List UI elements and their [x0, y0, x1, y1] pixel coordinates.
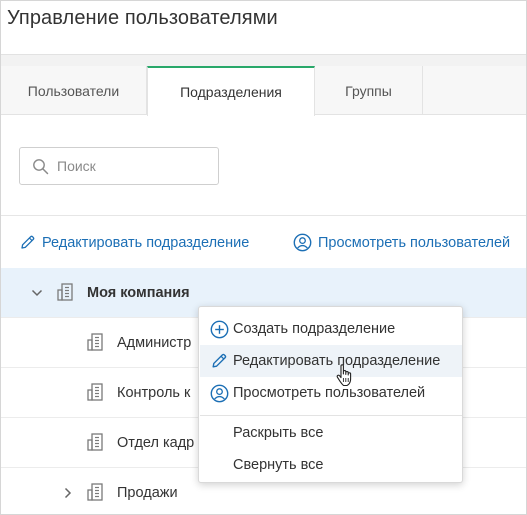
pencil-icon — [210, 352, 228, 374]
search-box[interactable] — [19, 147, 219, 185]
menu-item-expand-all[interactable]: Раскрыть все — [200, 417, 462, 449]
tab-users[interactable]: Пользователи — [1, 66, 147, 115]
tree-label: Контроль к — [117, 384, 191, 401]
tab-departments[interactable]: Подразделения — [147, 66, 315, 116]
title-separator — [1, 54, 526, 66]
menu-item-label: Раскрыть все — [233, 425, 324, 441]
tab-bar: Пользователи Подразделения Группы — [1, 66, 526, 116]
search-icon — [33, 158, 49, 174]
user-circle-icon — [293, 233, 312, 252]
user-management-window: Управление пользователями Пользователи П… — [0, 0, 527, 515]
tree-label: Администр — [117, 334, 192, 351]
tree-label: Отдел кадр — [117, 434, 195, 451]
edit-department-label: Редактировать подразделение — [42, 234, 250, 251]
menu-item-collapse-all[interactable]: Свернуть все — [200, 449, 462, 481]
menu-item-label: Свернуть все — [233, 457, 324, 473]
view-users-button[interactable]: Просмотреть пользователей — [293, 216, 510, 269]
pencil-icon — [21, 235, 35, 249]
building-icon — [56, 282, 76, 306]
tree-label: Продажи — [117, 485, 178, 501]
building-icon — [86, 432, 106, 456]
hand-cursor-icon — [336, 364, 352, 387]
context-menu: Создать подразделение Редактировать подр… — [198, 306, 463, 483]
chevron-down-icon[interactable] — [30, 286, 44, 300]
tab-groups[interactable]: Группы — [315, 66, 423, 115]
edit-department-button[interactable]: Редактировать подразделение — [19, 216, 249, 269]
chevron-right-icon[interactable] — [61, 486, 75, 500]
menu-item-label: Просмотреть пользователей — [233, 385, 426, 401]
menu-item-create-department[interactable]: Создать подразделение — [200, 313, 462, 345]
menu-item-label: Создать подразделение — [233, 321, 396, 337]
page-title: Управление пользователями — [7, 7, 278, 29]
building-icon — [86, 332, 106, 356]
search-input[interactable] — [57, 158, 207, 174]
plus-circle-icon — [210, 320, 229, 343]
menu-item-edit-department[interactable]: Редактировать подразделение — [200, 345, 462, 377]
menu-divider — [200, 415, 462, 416]
building-icon — [86, 482, 106, 506]
toolbar: Редактировать подразделение Просмотреть … — [1, 215, 526, 269]
tree-label-root: Моя компания — [87, 284, 190, 301]
building-icon — [86, 382, 106, 406]
view-users-label: Просмотреть пользователей — [318, 234, 511, 251]
user-circle-icon — [210, 384, 229, 407]
menu-item-view-users[interactable]: Просмотреть пользователей — [200, 377, 462, 409]
